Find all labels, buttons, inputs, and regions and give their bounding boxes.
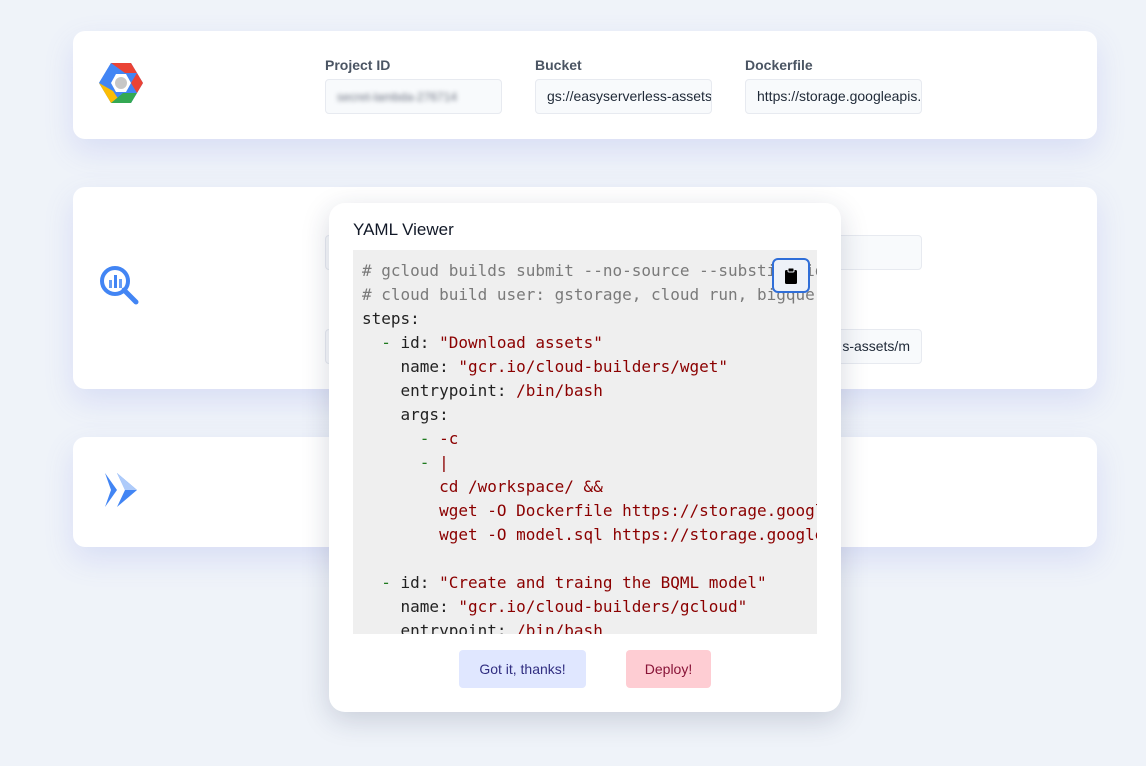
bigquery-icon [99, 265, 141, 307]
code-line: entrypoint: /bin/bash [362, 619, 817, 634]
code-token: - [419, 453, 430, 472]
code-line: cd /workspace/ && [362, 475, 817, 499]
code-token: "gcr.io/cloud-builders/gcloud" [458, 597, 748, 616]
code-line: wget -O model.sql https://storage.google… [362, 523, 817, 547]
code-token: args: [362, 405, 449, 424]
code-line: name: "gcr.io/cloud-builders/gcloud" [362, 595, 817, 619]
code-line: - | [362, 451, 817, 475]
code-token: steps: [362, 309, 420, 328]
dockerfile-input[interactable]: https://storage.googleapis.com [745, 79, 922, 114]
code-token: # gcloud builds submit --no-source --sub… [362, 261, 817, 280]
code-token: name: [362, 357, 459, 376]
code-line: args: [362, 403, 817, 427]
project-id-label: Project ID [325, 57, 391, 73]
code-line: - -c [362, 427, 817, 451]
code-line: wget -O Dockerfile https://storage.googl… [362, 499, 817, 523]
code-token: | [429, 453, 449, 472]
bucket-input[interactable]: gs://easyserverless-assets [535, 79, 712, 114]
code-token: -c [429, 429, 459, 448]
bigquery-field-2-value: s-assets/m [842, 338, 910, 354]
code-line: - id: "Download assets" [362, 331, 817, 355]
code-token: /bin/bash [516, 621, 603, 634]
copy-button[interactable] [772, 258, 810, 293]
code-line: name: "gcr.io/cloud-builders/wget" [362, 355, 817, 379]
code-token: /bin/bash [516, 381, 603, 400]
code-token: id: [390, 333, 440, 352]
code-token: wget -O Dockerfile https://storage.googl… [439, 501, 817, 520]
got-it-button[interactable]: Got it, thanks! [459, 650, 586, 688]
code-token: entrypoint: [362, 381, 517, 400]
code-token: "Create and traing the BQML model" [439, 573, 767, 592]
code-token: "gcr.io/cloud-builders/wget" [458, 357, 729, 376]
code-token: id: [390, 573, 440, 592]
gcp-config-card: Project ID secret-lambda-276714 Bucket g… [73, 31, 1097, 139]
code-token: cd /workspace/ && [362, 477, 603, 496]
yaml-code: # gcloud builds submit --no-source --sub… [362, 259, 817, 634]
code-token: # cloud build user: gstorage, cloud run,… [362, 285, 817, 304]
yaml-code-box[interactable]: # gcloud builds submit --no-source --sub… [353, 250, 817, 634]
code-token: wget -O model.sql https://storage.google… [439, 525, 817, 544]
bucket-label: Bucket [535, 57, 582, 73]
code-line: # cloud build user: gstorage, cloud run,… [362, 283, 817, 307]
code-token: name: [362, 597, 459, 616]
cloud-run-icon [103, 471, 139, 509]
dockerfile-label: Dockerfile [745, 57, 813, 73]
code-line: entrypoint: /bin/bash [362, 379, 817, 403]
code-line: # gcloud builds submit --no-source --sub… [362, 259, 817, 283]
clipboard-icon [785, 267, 797, 284]
code-line: steps: [362, 307, 817, 331]
code-token: - [381, 333, 391, 352]
project-id-value: secret-lambda-276714 [337, 90, 458, 104]
code-token: - [419, 429, 430, 448]
yaml-viewer-modal: YAML Viewer # gcloud builds submit --no-… [329, 203, 841, 712]
google-cloud-logo-icon [97, 61, 145, 105]
code-line: - id: "Create and traing the BQML model" [362, 571, 817, 595]
code-token: - [381, 573, 391, 592]
deploy-button[interactable]: Deploy! [626, 650, 711, 688]
code-token: entrypoint: [362, 621, 517, 634]
code-token: "Download assets" [439, 333, 603, 352]
modal-title: YAML Viewer [353, 220, 454, 239]
project-id-input[interactable]: secret-lambda-276714 [325, 79, 502, 114]
